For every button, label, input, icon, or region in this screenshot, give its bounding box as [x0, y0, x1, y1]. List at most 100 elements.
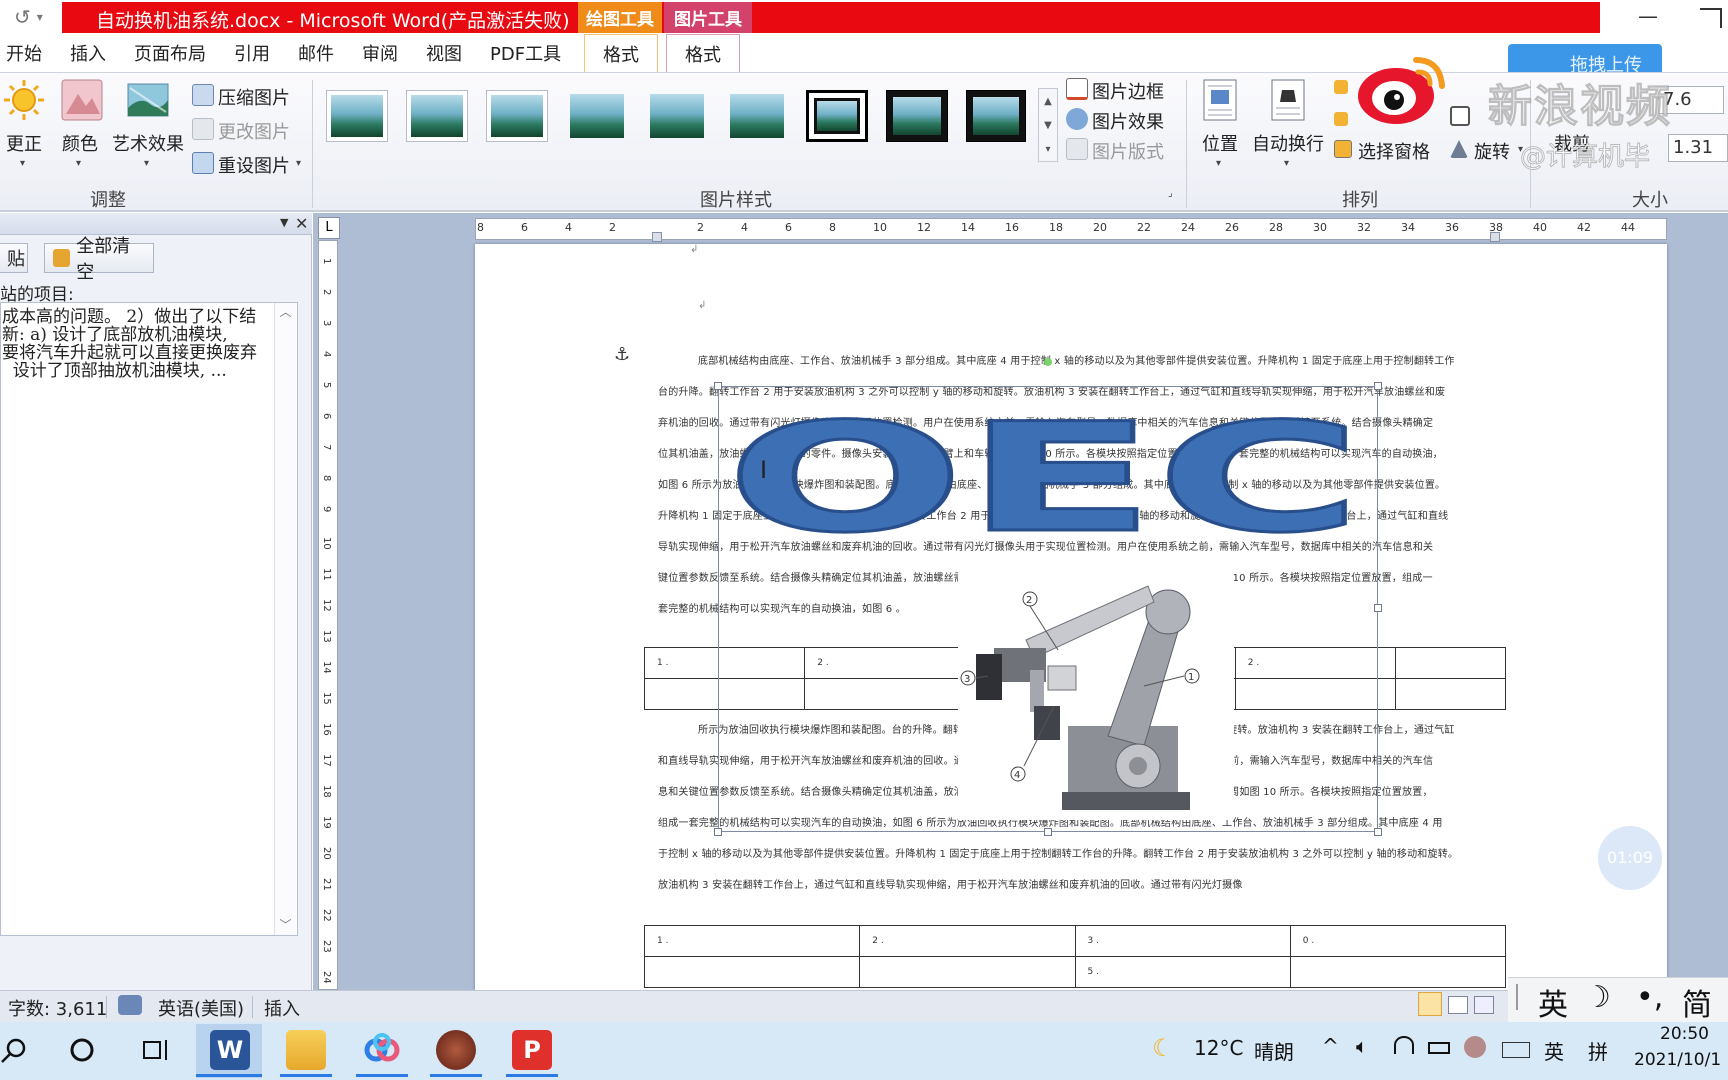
picture-style-6[interactable]	[726, 90, 788, 142]
paste-all-button[interactable]: 贴	[0, 243, 28, 273]
reading-layout-icon[interactable]	[1448, 996, 1468, 1014]
punctuation-icon[interactable]: •,	[1636, 980, 1663, 1015]
picture-style-9[interactable]	[966, 90, 1026, 142]
reset-picture-button[interactable]: 重设图片	[218, 152, 290, 178]
picture-style-2[interactable]	[406, 90, 468, 142]
cortana-icon[interactable]	[68, 1036, 96, 1064]
artistic-effects-icon[interactable]	[126, 78, 170, 122]
selection-pane-icon[interactable]	[1334, 140, 1352, 158]
resize-handle[interactable]	[1374, 382, 1382, 390]
restore-icon[interactable]	[1700, 8, 1722, 28]
reset-picture-icon[interactable]	[192, 152, 214, 174]
undo-icon[interactable]: ↺	[14, 5, 31, 29]
web-layout-icon[interactable]	[1474, 996, 1494, 1014]
tab-pdf-tools[interactable]: PDF工具	[490, 40, 561, 66]
wifi-icon[interactable]	[1394, 1036, 1414, 1054]
word-app-icon[interactable]: W	[210, 1030, 250, 1070]
gallery-scrollbar[interactable]: ▲ ▼ ▾	[1038, 88, 1058, 162]
resize-handle[interactable]	[1374, 828, 1382, 836]
clipboard-scrollbar[interactable]: ︿ ﹀	[274, 303, 296, 935]
picture-style-7[interactable]	[806, 90, 868, 142]
picture-style-3[interactable]	[486, 90, 548, 142]
weather-icon[interactable]: ☾	[1152, 1034, 1174, 1062]
table-cell[interactable]: 1 .	[643, 925, 861, 957]
baidu-netdisk-icon[interactable]	[362, 1030, 402, 1070]
table-cell[interactable]	[859, 956, 1076, 988]
right-indent-marker[interactable]	[1490, 232, 1500, 242]
table-cell[interactable]	[1395, 678, 1506, 710]
insert-mode[interactable]: 插入	[264, 995, 300, 1021]
word-count[interactable]: 字数: 3,611	[8, 995, 107, 1021]
table-cell[interactable]: 2 .	[859, 925, 1076, 957]
ime-lang-indicator[interactable]: 英	[1544, 1036, 1564, 1065]
picture-effects-button[interactable]: 图片效果	[1092, 108, 1164, 134]
tab-selector[interactable]: L	[318, 217, 340, 239]
color-icon[interactable]	[60, 78, 104, 122]
close-icon[interactable]: ✕	[295, 214, 308, 233]
table-cell[interactable]	[1395, 647, 1506, 679]
ime-simplified[interactable]: 简	[1682, 980, 1712, 1024]
ime-language[interactable]: 英	[1538, 980, 1568, 1024]
picture-style-5[interactable]	[646, 90, 708, 142]
resize-handle[interactable]	[1044, 828, 1052, 836]
rotate-button[interactable]: 旋转	[1474, 138, 1510, 164]
picture-style-1[interactable]	[326, 90, 388, 142]
search-icon[interactable]	[0, 1036, 28, 1064]
group-icon[interactable]	[1450, 106, 1470, 126]
rotate-handle[interactable]	[1044, 358, 1052, 366]
weather-desc[interactable]: 晴朗	[1254, 1036, 1294, 1065]
qat-dropdown-icon[interactable]: ▾	[37, 10, 43, 24]
file-explorer-icon[interactable]	[286, 1030, 326, 1070]
picture-style-8[interactable]	[886, 90, 948, 142]
task-view-icon[interactable]	[142, 1036, 170, 1064]
resize-handle[interactable]	[714, 382, 722, 390]
tab-review[interactable]: 审阅	[362, 40, 398, 66]
clipboard-item[interactable]	[0, 302, 298, 936]
battery-icon[interactable]	[1428, 1042, 1450, 1054]
clear-all-button[interactable]: 全部清空	[44, 236, 154, 283]
compress-pictures-icon[interactable]	[192, 84, 214, 106]
weather-temp[interactable]: 12°C	[1194, 1036, 1243, 1060]
width-input[interactable]: 1.31	[1668, 134, 1728, 162]
minimize-button[interactable]: —	[1628, 4, 1668, 30]
clock-date[interactable]: 2021/10/1	[1634, 1050, 1721, 1070]
picture-border-button[interactable]: 图片边框	[1092, 78, 1164, 104]
tab-insert[interactable]: 插入	[70, 40, 106, 66]
left-indent-marker[interactable]	[652, 232, 662, 242]
tab-home[interactable]: 开始	[6, 40, 42, 66]
send-backward-icon[interactable]	[1334, 112, 1348, 126]
bring-forward-icon[interactable]	[1334, 80, 1348, 94]
tab-page-layout[interactable]: 页面布局	[134, 40, 206, 66]
wrap-text-icon[interactable]	[1266, 78, 1310, 122]
tab-view[interactable]: 视图	[426, 40, 462, 66]
table-cell[interactable]	[643, 956, 861, 988]
pane-options-icon[interactable]: ▼	[280, 216, 288, 229]
language[interactable]: 英语(美国)	[158, 995, 244, 1021]
moon-icon[interactable]: ☽	[1584, 980, 1611, 1015]
compress-pictures-button[interactable]: 压缩图片	[218, 84, 290, 110]
app-icon-red[interactable]	[436, 1030, 476, 1070]
corrections-icon[interactable]	[2, 78, 46, 122]
anchor-icon[interactable]: ⚓	[614, 344, 630, 365]
table-2[interactable]: 1 .2 .3 .0 .5 .	[643, 925, 1507, 988]
volume-icon[interactable]: 🔈︎	[1356, 1034, 1368, 1058]
resize-handle[interactable]	[1374, 604, 1382, 612]
picture-effects-icon[interactable]	[1066, 108, 1088, 130]
chevron-up-icon[interactable]: ^	[1322, 1034, 1339, 1058]
clock-time[interactable]: 20:50	[1660, 1024, 1709, 1044]
picture-border-icon[interactable]	[1066, 78, 1088, 100]
robot-arm-image[interactable]: 2 3 1 4	[958, 566, 1234, 820]
table-cell[interactable]: 3 .	[1074, 925, 1291, 957]
pdf-app-icon[interactable]: P	[512, 1030, 552, 1070]
ime-grip[interactable]	[1516, 984, 1518, 1010]
dialog-launcher-icon[interactable]: ⌟	[1168, 188, 1173, 199]
print-layout-icon[interactable]	[1418, 992, 1442, 1016]
user-avatar[interactable]	[1464, 1036, 1486, 1058]
resize-handle[interactable]	[714, 828, 722, 836]
table-cell[interactable]: 0 .	[1289, 925, 1507, 957]
table-cell[interactable]	[1289, 956, 1507, 988]
tab-picture-format[interactable]: 格式	[666, 34, 740, 72]
table-cell[interactable]: 5 .	[1074, 956, 1291, 988]
ime-mode-indicator[interactable]: 拼	[1588, 1036, 1608, 1065]
selection-pane-button[interactable]: 选择窗格	[1358, 138, 1430, 164]
